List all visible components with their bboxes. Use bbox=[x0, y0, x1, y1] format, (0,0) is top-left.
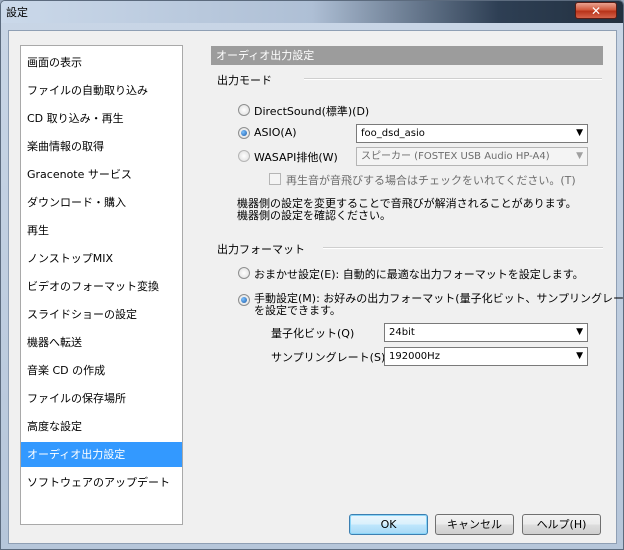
wasapi-radio[interactable] bbox=[238, 150, 250, 162]
bit-depth-value: 24bit bbox=[389, 327, 415, 338]
wasapi-device-select[interactable]: スピーカー (FOSTEX USB Audio HP-A4) ▼ bbox=[356, 147, 588, 166]
window-title: 設定 bbox=[6, 6, 28, 19]
output-mode-divider bbox=[304, 78, 602, 80]
auto-format-label: おまかせ設定(E): 自動的に最適な出力フォーマットを設定します。 bbox=[254, 268, 584, 281]
output-mode-label: 出力モード bbox=[217, 74, 272, 87]
ok-button[interactable]: OK bbox=[349, 514, 428, 535]
title-bar[interactable]: 設定 ✕ bbox=[1, 1, 623, 23]
panel-title: オーディオ出力設定 bbox=[211, 46, 603, 65]
wasapi-label: WASAPI排他(W) bbox=[254, 151, 338, 164]
asio-device-value: foo_dsd_asio bbox=[361, 128, 425, 139]
chevron-down-icon: ▼ bbox=[576, 327, 583, 337]
bit-depth-select[interactable]: 24bit ▼ bbox=[384, 323, 588, 342]
sidebar-item-track-info[interactable]: 楽曲情報の取得 bbox=[21, 134, 182, 159]
manual-format-radio[interactable] bbox=[238, 294, 250, 306]
sample-rate-select[interactable]: 192000Hz ▼ bbox=[384, 347, 588, 366]
sidebar-item-gracenote[interactable]: Gracenote サービス bbox=[21, 162, 182, 187]
sidebar-item-advanced[interactable]: 高度な設定 bbox=[21, 414, 182, 439]
sidebar-item-cd-import[interactable]: CD 取り込み・再生 bbox=[21, 106, 182, 131]
device-note-line2: 機器側の設定を確認ください。 bbox=[237, 209, 391, 222]
chevron-down-icon: ▼ bbox=[576, 351, 583, 361]
skip-fix-label: 再生音が音飛びする場合はチェックをいれてください。(T) bbox=[286, 174, 576, 187]
cancel-button[interactable]: キャンセル bbox=[435, 514, 514, 535]
bit-depth-label: 量子化ビット(Q) bbox=[271, 327, 355, 340]
dialog-body: 画面の表示 ファイルの自動取り込み CD 取り込み・再生 楽曲情報の取得 Gra… bbox=[8, 30, 624, 544]
sidebar-item-software-update[interactable]: ソフトウェアのアップデート bbox=[21, 470, 182, 495]
sidebar-item-audio-output[interactable]: オーディオ出力設定 bbox=[21, 442, 182, 467]
sidebar-item-video-convert[interactable]: ビデオのフォーマット変換 bbox=[21, 274, 182, 299]
asio-label: ASIO(A) bbox=[254, 126, 297, 139]
sidebar-item-device-transfer[interactable]: 機器へ転送 bbox=[21, 330, 182, 355]
asio-device-select[interactable]: foo_dsd_asio ▼ bbox=[356, 124, 588, 143]
directsound-radio[interactable] bbox=[238, 104, 250, 116]
skip-fix-checkbox[interactable] bbox=[269, 173, 281, 185]
sidebar-item-auto-import[interactable]: ファイルの自動取り込み bbox=[21, 78, 182, 103]
directsound-label: DirectSound(標準)(D) bbox=[254, 105, 370, 118]
sidebar-item-slideshow[interactable]: スライドショーの設定 bbox=[21, 302, 182, 327]
sidebar-item-nonstop-mix[interactable]: ノンストップMIX bbox=[21, 246, 182, 271]
settings-window: 設定 ✕ 画面の表示 ファイルの自動取り込み CD 取り込み・再生 楽曲情報の取… bbox=[0, 0, 624, 550]
close-button[interactable]: ✕ bbox=[575, 2, 617, 19]
sample-rate-value: 192000Hz bbox=[389, 351, 440, 362]
sidebar-item-save-location[interactable]: ファイルの保存場所 bbox=[21, 386, 182, 411]
settings-category-list: 画面の表示 ファイルの自動取り込み CD 取り込み・再生 楽曲情報の取得 Gra… bbox=[20, 45, 183, 525]
auto-format-radio[interactable] bbox=[238, 267, 250, 279]
output-format-label: 出力フォーマット bbox=[217, 243, 305, 256]
output-format-divider bbox=[323, 247, 603, 249]
close-icon: ✕ bbox=[590, 4, 602, 18]
sidebar-item-burn-cd[interactable]: 音楽 CD の作成 bbox=[21, 358, 182, 383]
chevron-down-icon: ▼ bbox=[576, 128, 583, 138]
sidebar-item-display[interactable]: 画面の表示 bbox=[21, 50, 182, 75]
chevron-down-icon: ▼ bbox=[576, 151, 583, 161]
sidebar-item-playback[interactable]: 再生 bbox=[21, 218, 182, 243]
help-button[interactable]: ヘルプ(H) bbox=[522, 514, 601, 535]
asio-radio[interactable] bbox=[238, 127, 250, 139]
manual-format-label-line2: を設定できます。 bbox=[254, 304, 341, 317]
wasapi-device-value: スピーカー (FOSTEX USB Audio HP-A4) bbox=[361, 151, 550, 162]
sidebar-item-download[interactable]: ダウンロード・購入 bbox=[21, 190, 182, 215]
sample-rate-label: サンプリングレート(S) bbox=[271, 351, 386, 364]
